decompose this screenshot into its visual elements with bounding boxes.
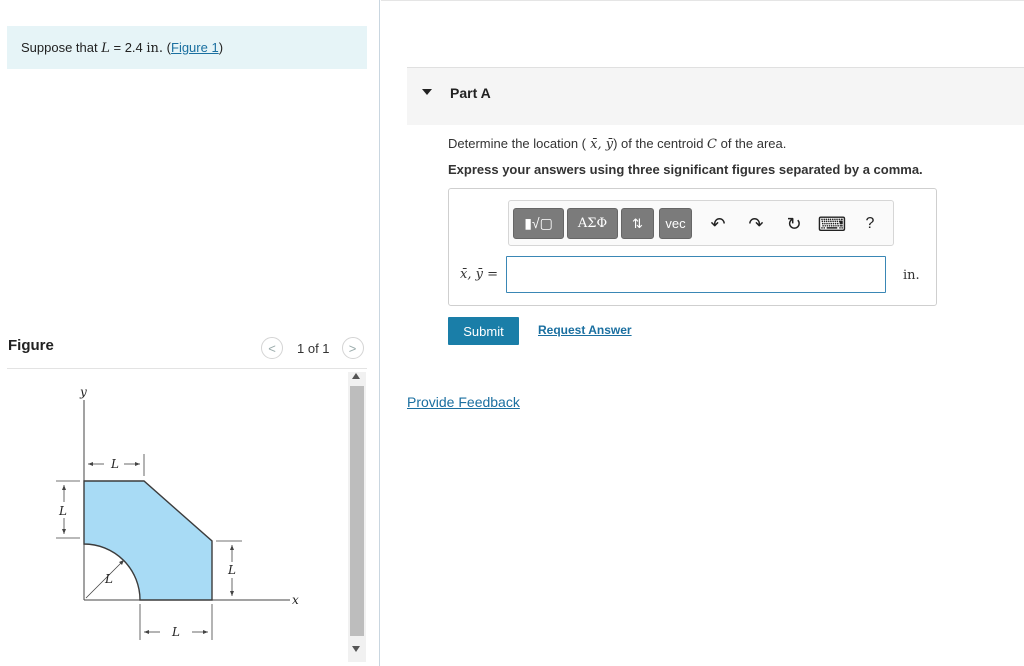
problem-equals: = 2.4 (109, 40, 147, 55)
provide-feedback-link[interactable]: Provide Feedback (407, 394, 520, 410)
figure-link[interactable]: Figure 1 (171, 40, 219, 55)
problem-paren-close: ) (218, 40, 224, 55)
scroll-down-arrow-icon[interactable] (352, 646, 360, 652)
question-centroid: C (707, 137, 717, 152)
part-a-header[interactable]: Part A (407, 67, 1024, 125)
request-answer-link[interactable]: Request Answer (538, 323, 632, 337)
question-vars: x̄, ȳ (586, 137, 614, 152)
redo-icon[interactable]: ↷ (743, 211, 769, 237)
answer-input[interactable] (506, 256, 886, 293)
collapse-caret-icon[interactable] (422, 89, 432, 95)
radius-dim-label: L (104, 572, 113, 586)
problem-paren-open: ( (163, 40, 171, 55)
submit-button[interactable]: Submit (448, 317, 519, 345)
left-dim-label: L (58, 504, 67, 518)
x-axis-label: x (292, 593, 299, 607)
instruction-text: Express your answers using three signifi… (448, 162, 923, 177)
figure-divider (7, 368, 367, 369)
help-icon[interactable]: ? (857, 211, 883, 237)
question-suffix: of the area. (717, 136, 787, 151)
math-toolbar: ▮√▢ ΑΣΦ ⇅ vec ↶ ↷ ↻ ⌨ ? (508, 200, 894, 246)
keyboard-icon[interactable]: ⌨ (818, 211, 847, 237)
answer-box: ▮√▢ ΑΣΦ ⇅ vec ↶ ↷ ↻ ⌨ ? x̄, ȳ = in. (448, 188, 937, 306)
bottom-dim-label: L (171, 625, 180, 639)
pager-prev-button[interactable]: < (261, 337, 283, 359)
left-dim-arrow-bottom (62, 529, 66, 534)
figure-scrollbar[interactable] (348, 372, 366, 662)
question-middle: ) of the centroid (613, 136, 708, 151)
pager-text: 1 of 1 (297, 340, 330, 356)
reset-icon[interactable]: ↻ (781, 211, 807, 237)
left-dim-arrow-top (62, 485, 66, 490)
templates-button[interactable]: ▮√▢ (513, 208, 564, 239)
y-axis-label: y (79, 385, 87, 399)
figure-title: Figure (8, 337, 54, 354)
centroid-figure-diagram: y x L L L L L (56, 385, 299, 640)
top-divider (381, 0, 1024, 1)
right-dim-label: L (227, 563, 236, 577)
figure-pager: < 1 of 1 > (261, 337, 364, 359)
right-dim-arrow-bottom (230, 591, 234, 596)
bottom-dim-arrow-left (144, 630, 149, 634)
top-dim-arrow-left (88, 462, 93, 466)
vector-button[interactable]: vec (659, 208, 692, 239)
problem-statement: Suppose that L = 2.4 in. (Figure 1) (7, 26, 367, 69)
answer-unit: in. (903, 268, 920, 283)
answer-label: x̄, ȳ = (460, 267, 498, 282)
pager-next-button[interactable]: > (341, 337, 364, 359)
scroll-up-arrow-icon[interactable] (352, 373, 360, 379)
part-title: Part A (450, 85, 491, 101)
left-pane: Suppose that L = 2.4 in. (Figure 1) Figu… (0, 0, 380, 666)
greek-symbols-button[interactable]: ΑΣΦ (567, 208, 618, 239)
problem-unit: in. (146, 41, 164, 56)
problem-prefix: Suppose that (21, 40, 102, 55)
top-dim-arrow-right (135, 462, 140, 466)
problem-variable: L (101, 41, 110, 56)
question-prefix: Determine the location ( (448, 136, 587, 151)
right-dim-arrow-top (230, 545, 234, 550)
top-dim-label: L (110, 457, 119, 471)
sort-arrows-button[interactable]: ⇅ (621, 208, 654, 239)
undo-icon[interactable]: ↶ (705, 211, 731, 237)
shaded-area-shape (83, 480, 213, 601)
question-text: Determine the location ( x̄, ȳ) of the c… (448, 136, 786, 152)
bottom-dim-arrow-right (203, 630, 208, 634)
scroll-thumb[interactable] (350, 386, 364, 636)
